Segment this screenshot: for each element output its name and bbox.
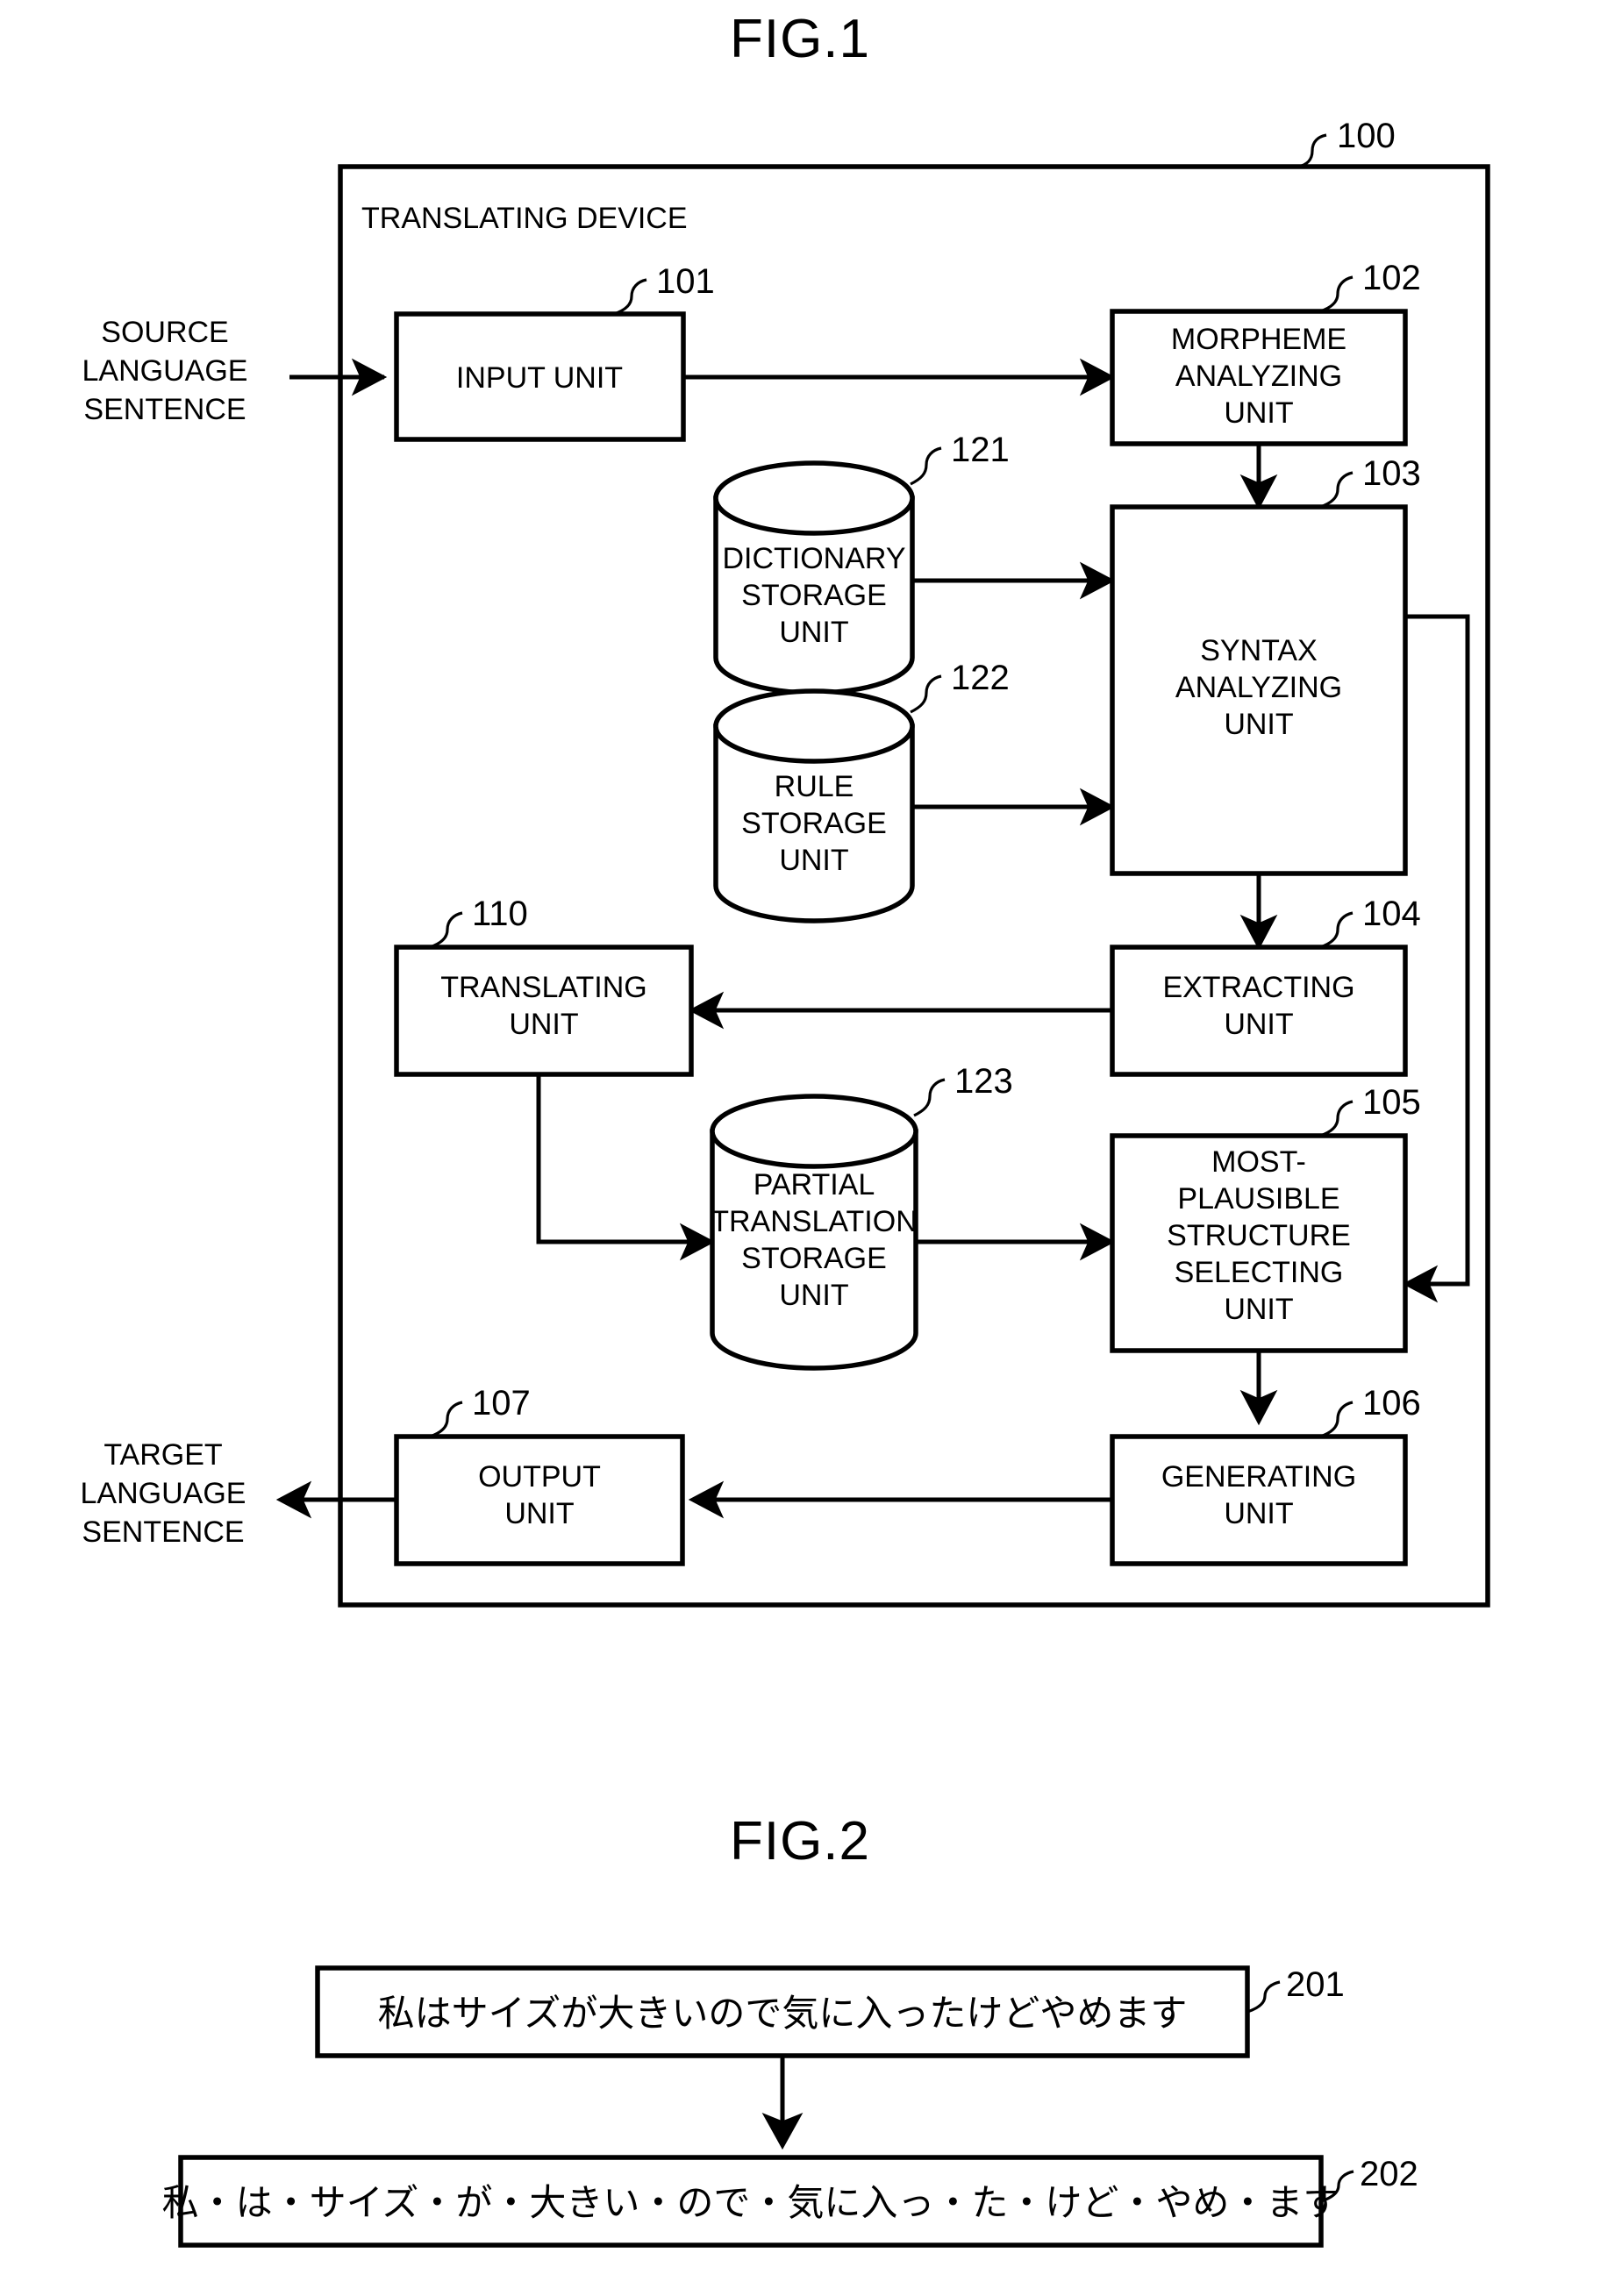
fig2-source-sentence-text: 私はサイズが大きいので気に入ったけどやめます bbox=[378, 1992, 1188, 2035]
block-generating-line-1: GENERATING bbox=[1161, 1460, 1356, 1494]
ref-122: 122 bbox=[951, 659, 1010, 697]
block-morpheme-line-1: MORPHEME bbox=[1171, 323, 1346, 356]
block-selector-line-5: UNIT bbox=[1224, 1293, 1293, 1326]
ref-105: 105 bbox=[1362, 1083, 1421, 1122]
storage-dictionary-line-3: UNIT bbox=[779, 616, 848, 649]
storage-partial-line-3: STORAGE bbox=[741, 1242, 887, 1275]
storage-partial-line-1: PARTIAL bbox=[754, 1168, 875, 1201]
storage-dictionary-line-2: STORAGE bbox=[741, 579, 887, 612]
ref-103-leader bbox=[1319, 471, 1354, 509]
block-morpheme-line-3: UNIT bbox=[1224, 396, 1293, 430]
ref-100: 100 bbox=[1337, 117, 1396, 155]
fig1-title: FIG.1 bbox=[730, 9, 870, 69]
ref-104: 104 bbox=[1362, 895, 1421, 933]
feedback-loop-syntax-to-selector bbox=[1405, 614, 1470, 1287]
ref-106-leader bbox=[1319, 1401, 1354, 1438]
ref-110: 110 bbox=[472, 895, 528, 933]
storage-dictionary-storage-unit[interactable] bbox=[713, 460, 915, 695]
block-input-unit-label: INPUT UNIT bbox=[456, 361, 623, 395]
patent-drawing-sheet: FIG.1 TRANSLATING DEVICE 100 SOURCE LANG… bbox=[0, 0, 1600, 2296]
source-language-line-3: SENTENCE bbox=[83, 393, 246, 426]
ref-202: 202 bbox=[1360, 2155, 1418, 2193]
block-extracting-line-1: EXTRACTING bbox=[1162, 971, 1354, 1004]
block-morpheme-line-2: ANALYZING bbox=[1175, 360, 1342, 393]
storage-partial-line-2: TRANSLATION bbox=[711, 1205, 918, 1238]
block-translating-line-1: TRANSLATING bbox=[440, 971, 647, 1004]
target-language-line-3: SENTENCE bbox=[82, 1515, 244, 1549]
ref-103: 103 bbox=[1362, 454, 1421, 493]
block-selector-line-4: SELECTING bbox=[1175, 1256, 1344, 1289]
storage-dictionary-line-1: DICTIONARY bbox=[722, 542, 905, 575]
block-generating-line-2: UNIT bbox=[1224, 1497, 1293, 1530]
ref-106: 106 bbox=[1362, 1384, 1421, 1423]
storage-rule-line-3: UNIT bbox=[779, 844, 848, 877]
block-syntax-line-3: UNIT bbox=[1224, 708, 1293, 741]
target-language-line-1: TARGET bbox=[104, 1438, 222, 1472]
source-language-line-1: SOURCE bbox=[101, 316, 228, 349]
storage-rule-storage-unit[interactable] bbox=[713, 688, 915, 923]
ref-101: 101 bbox=[656, 262, 715, 301]
block-selector-line-3: STRUCTURE bbox=[1167, 1219, 1351, 1252]
storage-partial-line-4: UNIT bbox=[779, 1279, 848, 1312]
block-selector-line-1: MOST- bbox=[1211, 1145, 1306, 1179]
ref-201-leader bbox=[1246, 1980, 1281, 2014]
storage-rule-line-2: STORAGE bbox=[741, 807, 887, 840]
translating-device-label: TRANSLATING DEVICE bbox=[361, 202, 688, 235]
ref-102-leader bbox=[1319, 275, 1354, 313]
ref-110-leader bbox=[429, 911, 463, 949]
block-selector-line-2: PLAUSIBLE bbox=[1177, 1182, 1339, 1216]
block-output-line-1: OUTPUT bbox=[478, 1460, 601, 1494]
ref-121: 121 bbox=[951, 431, 1010, 469]
ref-107: 107 bbox=[472, 1384, 531, 1423]
ref-101-leader bbox=[613, 278, 647, 316]
block-output-line-2: UNIT bbox=[504, 1497, 574, 1530]
ref-107-leader bbox=[429, 1401, 463, 1438]
target-language-line-2: LANGUAGE bbox=[81, 1477, 246, 1510]
ref-100-leader bbox=[1297, 133, 1327, 168]
ref-122-leader bbox=[910, 674, 942, 714]
ref-102: 102 bbox=[1362, 259, 1421, 297]
block-translating-line-2: UNIT bbox=[509, 1008, 578, 1041]
storage-rule-line-1: RULE bbox=[775, 770, 854, 803]
ref-104-leader bbox=[1319, 911, 1354, 949]
block-syntax-line-2: ANALYZING bbox=[1175, 671, 1342, 704]
fig2-segmented-sentence-text: 私・は・サイズ・が・大きい・ので・気に入っ・た・けど・やめ・ます bbox=[162, 2181, 1340, 2224]
ref-121-leader bbox=[910, 446, 942, 486]
ref-201: 201 bbox=[1286, 1965, 1345, 2004]
block-extracting-line-2: UNIT bbox=[1224, 1008, 1293, 1041]
fig2-title: FIG.2 bbox=[730, 1811, 870, 1872]
source-language-line-2: LANGUAGE bbox=[82, 354, 248, 388]
ref-123-leader bbox=[913, 1078, 946, 1117]
block-syntax-line-1: SYNTAX bbox=[1200, 634, 1318, 667]
ref-123: 123 bbox=[954, 1062, 1013, 1101]
ref-105-leader bbox=[1319, 1100, 1354, 1137]
arrow-translating-to-partial-storage bbox=[536, 1074, 702, 1244]
